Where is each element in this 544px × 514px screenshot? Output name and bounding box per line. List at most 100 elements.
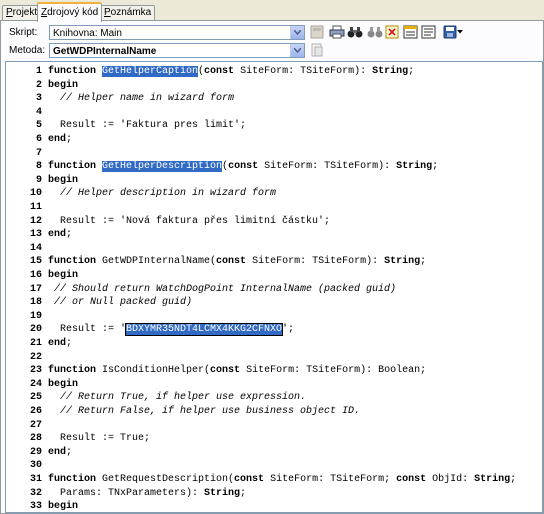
code-token: GetRequestDescription( — [102, 474, 235, 485]
code-token: function — [48, 474, 103, 485]
code-line[interactable]: 13 end; — [6, 228, 72, 241]
code-line[interactable]: 3 // Helper name in wizard form — [6, 92, 234, 105]
line-number: 18 — [29, 297, 42, 309]
document-icon[interactable] — [421, 24, 437, 40]
source-code-panel: Skript: Knihovna: Main Metoda: GetWDPInt… — [0, 20, 544, 514]
code-token: SiteForm: TSiteForm): — [258, 161, 397, 173]
binoculars-next-icon[interactable] — [367, 24, 383, 40]
code-token: // Helper name in wizard form — [48, 93, 235, 105]
script-label: Skript: — [9, 27, 38, 38]
code-token: end — [48, 338, 67, 349]
code-line[interactable]: 30 — [6, 459, 48, 472]
tab-zdrojovy-kod[interactable]: Zdrojový kód — [37, 2, 103, 22]
line-number: 29 — [29, 446, 42, 458]
line-number: 16 — [29, 270, 42, 281]
code-token: SiteForm: TSiteForm): — [246, 256, 385, 268]
code-token: begin — [48, 501, 79, 513]
code-line[interactable]: 5 Result := 'Faktura pres limit'; — [6, 119, 246, 132]
code-line[interactable]: 24 begin — [6, 378, 78, 391]
code-token: function — [48, 256, 103, 268]
code-line[interactable]: 23 function IsConditionHelper(const SiteF… — [6, 364, 426, 377]
code-token: begin — [48, 270, 79, 281]
code-line[interactable]: 12 Result := 'Nová faktura přes limitní … — [6, 215, 330, 228]
code-token: ; — [66, 338, 73, 349]
code-token: ; — [420, 256, 427, 268]
form-icon[interactable] — [403, 24, 419, 40]
code-token: begin — [48, 79, 79, 91]
print-icon[interactable] — [329, 24, 345, 40]
code-token: Params: TNxParameters): — [48, 487, 205, 499]
code-token: // Return False, if helper use business … — [48, 406, 361, 417]
code-token: SiteForm: TSiteForm): Boolean; — [240, 365, 427, 377]
code-line[interactable]: 2 begin — [6, 79, 78, 92]
code-line[interactable]: 21 end; — [6, 337, 72, 350]
code-token: Result := ' — [48, 324, 127, 336]
code-line[interactable]: 14 — [6, 242, 48, 255]
code-line[interactable]: 10 // Helper description in wizard form — [6, 187, 276, 200]
line-number: 7 — [35, 147, 42, 159]
code-line[interactable]: 6 end; — [6, 133, 72, 146]
code-line[interactable]: 32 Params: TNxParameters): String; — [6, 487, 246, 500]
script-select[interactable]: Knihovna: Main — [49, 25, 305, 40]
line-number: 24 — [29, 378, 42, 390]
code-line[interactable]: 15 function GetWDPInternalName(const Site… — [6, 255, 426, 268]
code-line[interactable]: 29 end; — [6, 446, 72, 459]
dropdown-arrow-icon[interactable] — [456, 24, 464, 40]
code-token: GetWDPInternalName( — [102, 256, 217, 268]
code-line[interactable]: 31 function GetRequestDescription(const S… — [6, 473, 516, 486]
binoculars-icon[interactable] — [347, 24, 363, 40]
line-number: 5 — [35, 120, 42, 132]
chevron-down-icon[interactable] — [290, 26, 304, 39]
code-line[interactable]: 9 begin — [6, 174, 78, 187]
line-number: 19 — [29, 310, 42, 322]
document-copy-icon[interactable] — [309, 42, 325, 58]
code-line[interactable]: 1 function GetHelperCaption(const SiteFor… — [6, 65, 414, 78]
line-number: 17 — [29, 283, 42, 295]
code-token: const — [216, 256, 247, 268]
code-token: function — [48, 161, 103, 173]
code-line[interactable]: 20 Result := 'BDXYMR35NDT4LCMX4KKG2CFNXO… — [6, 323, 294, 337]
line-number: 1 — [35, 66, 42, 77]
code-token: // or Null packed guid) — [48, 297, 193, 309]
code-token: function — [48, 66, 103, 77]
code-line[interactable]: 26 // Return False, if helper use busine… — [6, 405, 360, 418]
save-db-icon[interactable] — [309, 24, 325, 40]
tab-poznamka[interactable]: Poznámka — [100, 5, 156, 20]
code-line[interactable]: 8 function GetHelperDescription(const Sit… — [6, 160, 438, 173]
chevron-down-icon[interactable] — [290, 44, 304, 57]
code-token: // Helper description in wizard form — [48, 188, 277, 200]
tab-bar: Projekt Zdrojový kód Poznámka — [0, 0, 544, 22]
code-line[interactable]: 4 — [6, 106, 48, 119]
code-line[interactable]: 7 — [6, 147, 48, 160]
code-line[interactable]: 33 begin — [6, 500, 79, 513]
code-line[interactable]: 28 Result := True; — [6, 432, 150, 445]
line-number: 27 — [29, 419, 42, 431]
code-line[interactable]: 25 // Return True, if helper use express… — [6, 391, 306, 404]
code-token: function — [48, 365, 103, 377]
line-number: 23 — [29, 365, 42, 377]
method-select[interactable]: GetWDPInternalName — [49, 43, 305, 58]
script-select-value: Knihovna: Main — [53, 28, 122, 39]
code-token: const — [234, 474, 265, 485]
code-line[interactable]: 18 // or Null packed guid) — [6, 296, 192, 309]
line-number: 26 — [29, 406, 42, 417]
code-token: String — [384, 256, 421, 268]
line-number: 6 — [35, 134, 42, 145]
code-token: end — [48, 446, 67, 458]
cut-icon[interactable] — [385, 24, 401, 40]
code-editor[interactable]: 1 function GetHelperCaption(const SiteFor… — [5, 61, 543, 513]
code-line[interactable]: 19 — [6, 310, 48, 323]
line-number: 31 — [29, 474, 42, 485]
line-number: 3 — [35, 93, 42, 105]
code-token: String — [372, 66, 409, 77]
code-line[interactable]: 16 begin — [6, 269, 78, 282]
code-line[interactable]: 17 // Should return WatchDogPoint Intern… — [6, 283, 396, 296]
tab-projekt[interactable]: Projekt — [2, 5, 42, 20]
line-number: 9 — [35, 174, 42, 186]
code-line[interactable]: 22 — [6, 351, 48, 364]
code-token: // Return True, if helper use expression… — [48, 392, 307, 404]
code-token: const — [204, 66, 235, 77]
code-token: ; — [408, 66, 415, 77]
code-line[interactable]: 11 — [6, 201, 48, 214]
code-line[interactable]: 27 — [6, 419, 48, 432]
